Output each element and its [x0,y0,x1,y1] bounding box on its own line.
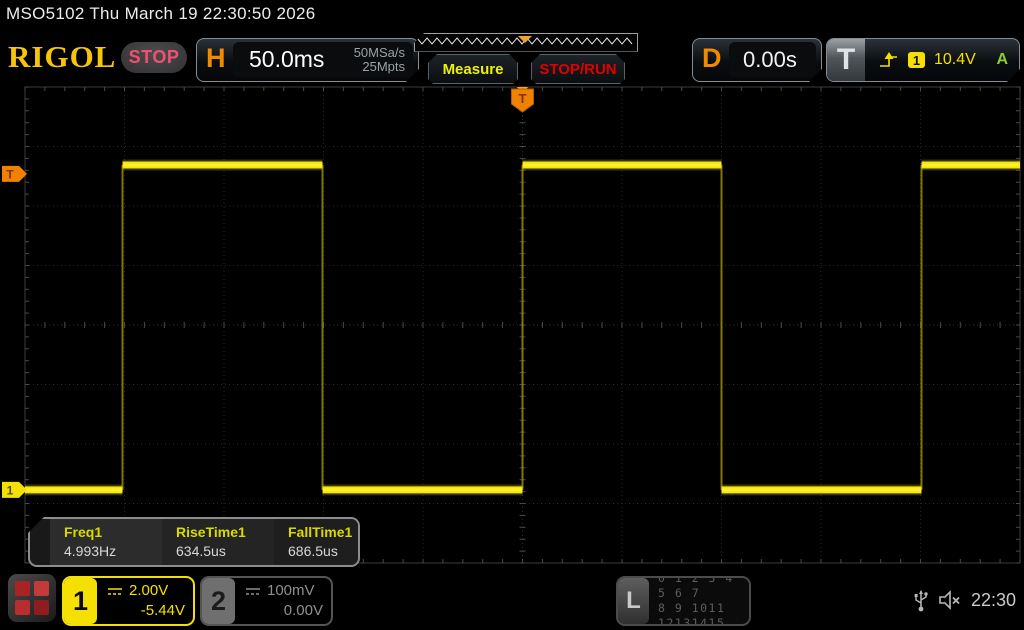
delay-label: D [702,43,722,73]
menu-grid-icon [15,581,30,596]
oscilloscope-screen: T T 1 MSO5102 Thu March 19 22:30:50 2026 R… [0,0,1024,630]
stop-run-button[interactable]: STOP/RUN [531,54,625,84]
channel1-number[interactable]: 1 [64,578,97,624]
channel2-offset: 0.00V [283,602,323,619]
clock: 22:30 [970,589,1016,610]
titlebar: MSO5102 Thu March 19 22:30:50 2026 [0,0,1024,30]
logic-analyzer-label[interactable]: L [618,578,649,624]
channel1-scale: 2.00V [129,582,169,599]
status-tray: 22:30 [913,570,1018,630]
channel1-position-marker-number: 1 [7,483,14,497]
trigger-mode: A [996,51,1008,68]
rising-edge-trigger-icon [879,51,899,69]
run-state-indicator: STOP [121,42,187,73]
waveform-position-bar[interactable] [414,33,638,52]
trigger-level-marker-letter: T [6,167,14,181]
trigger-source-badge: 1 [908,52,925,68]
logic-analyzer-status[interactable]: L 0 1 2 3 4 5 6 7 8 9 1011 12131415 [616,576,751,626]
horizontal-settings-box[interactable]: H 50.0ms 50MSa/s 25Mpts [196,38,419,82]
measurement-label: Freq1 [64,524,103,540]
trigger-label: T [827,39,865,81]
channel1-status[interactable]: 1 2.00V -5.44V [62,576,195,626]
measurement-risetime1[interactable]: RiseTime1 634.5us [162,519,274,565]
memory-position-indicator [416,36,633,45]
measure-button[interactable]: Measure [428,54,518,84]
sound-muted-icon [939,590,960,610]
measurement-value: 686.5us [288,543,338,559]
measurements-panel[interactable]: Freq1 4.993Hz RiseTime1 634.5us FallTime… [28,517,360,567]
rigol-logo: RIGOL [8,39,117,74]
sample-rate: 50MSa/s [353,44,405,60]
measurement-label: FallTime1 [288,524,353,540]
trigger-settings-box[interactable]: T 1 10.4V A [826,38,1020,82]
bottom-bar: 1 2.00V -5.44V 2 100mV 0.00V L 0 1 2 3 4… [0,570,1024,630]
channel2-number[interactable]: 2 [202,578,235,624]
delay-settings-box[interactable]: D 0.00s [692,38,822,82]
trigger-level-value[interactable]: 10.4V [934,51,976,69]
trigger-delay-value[interactable]: 0.00s [743,47,797,73]
memory-depth: 25Mpts [362,58,405,74]
header-bar: RIGOL STOP H 50.0ms 50MSa/s 25Mpts Measu… [0,30,1024,86]
dc-coupling-icon [246,587,260,595]
model-and-datetime: MSO5102 Thu March 19 22:30:50 2026 [6,4,316,23]
timebase-value[interactable]: 50.0ms [249,46,324,73]
measurement-value: 4.993Hz [64,543,117,559]
channel1-offset: -5.44V [140,602,185,619]
measurement-label: RiseTime1 [176,524,246,540]
digital-channels-row2: 8 9 1011 12131415 [658,601,726,626]
measurement-freq1[interactable]: Freq1 4.993Hz [50,519,162,565]
channel2-scale: 100mV [267,582,315,599]
channel2-status[interactable]: 2 100mV 0.00V [200,576,333,626]
measurement-falltime1[interactable]: FallTime1 686.5us [274,519,358,565]
main-menu-button[interactable] [8,574,56,622]
usb-icon [914,590,928,612]
horizontal-label: H [206,43,226,73]
dc-coupling-icon [108,587,122,595]
digital-channels-row1: 0 1 2 3 4 5 6 7 [658,576,734,600]
trigger-position-marker-letter: T [519,91,527,106]
measurement-value: 634.5us [176,543,226,559]
